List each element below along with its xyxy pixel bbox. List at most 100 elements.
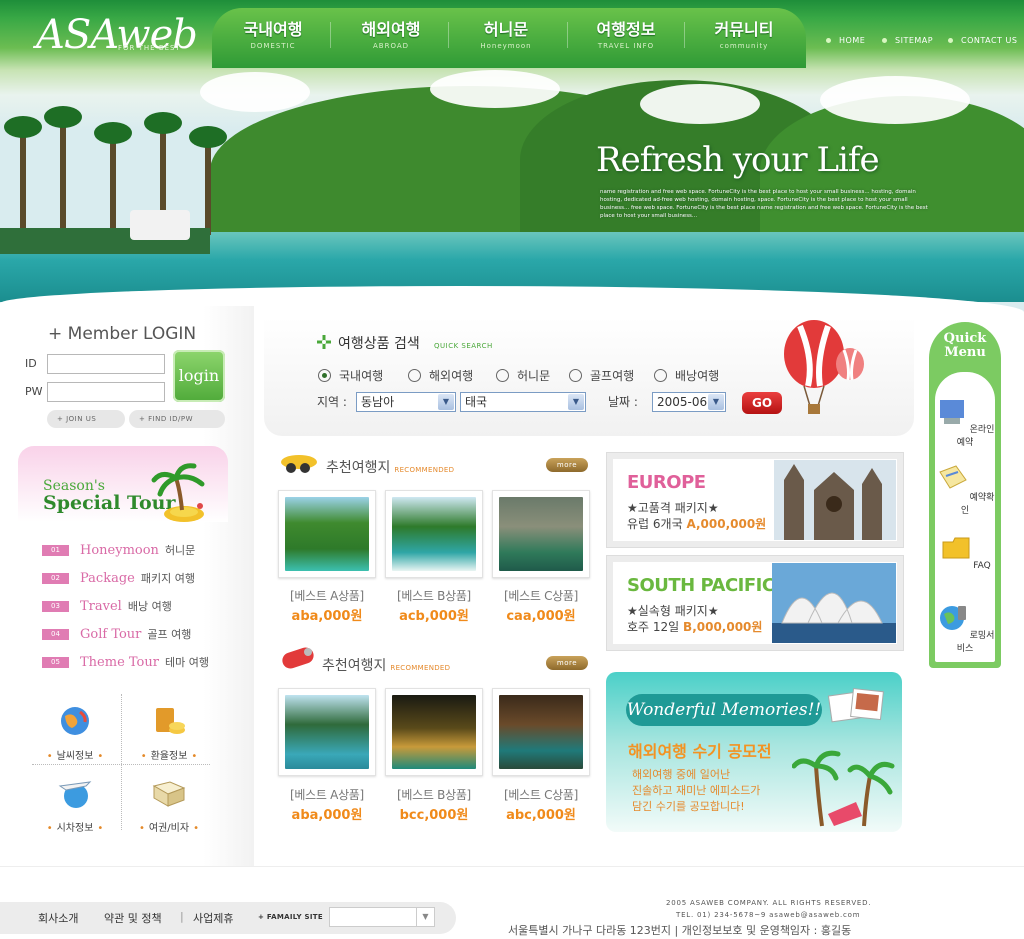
nav-community[interactable]: 커뮤니티 community — [689, 16, 799, 50]
id-input[interactable] — [47, 354, 165, 374]
join-us-button[interactable]: + JOIN US — [47, 410, 125, 428]
promo-detail: ★실속형 패키지★ 호주 12일 B,000,000원 — [627, 604, 763, 634]
radio-honeymoon[interactable]: 허니문 — [496, 367, 550, 384]
list-item[interactable]: 04 Golf Tour 골프 여행 — [42, 620, 232, 648]
quick-menu-online-booking[interactable]: 온라인예약 — [935, 394, 995, 448]
top-link-home[interactable]: HOME — [826, 36, 865, 45]
footer-link-company[interactable]: 회사소개 — [38, 910, 78, 926]
list-item[interactable]: 01 Honeymoon 허니문 — [42, 536, 232, 564]
chevron-down-icon: ▼ — [708, 394, 724, 410]
nav-divider — [684, 22, 685, 48]
photos-icon — [827, 688, 884, 723]
radio-domestic[interactable]: 국내여행 — [318, 367, 383, 384]
coins-icon — [156, 708, 185, 734]
country-select[interactable]: 태국 ▼ — [460, 392, 586, 412]
product-thumb-3[interactable] — [492, 490, 590, 578]
recommended-title-2: 추천여행지 RECOMMENDED — [322, 658, 451, 674]
product-price: abc,000원 — [506, 808, 576, 823]
nav-divider — [448, 22, 449, 48]
quick-menu-roaming[interactable]: 로밍서비스 — [935, 600, 995, 654]
list-item[interactable]: 03 Travel 배낭 여행 — [42, 592, 232, 620]
member-login-title: + Member LOGIN — [48, 324, 197, 344]
top-link-contact[interactable]: CONTACT US — [948, 36, 1017, 45]
login-button[interactable]: login — [173, 350, 225, 402]
date-label: 날짜 : — [608, 395, 638, 409]
weather-link[interactable]: 날씨정보 — [30, 696, 120, 768]
nav-honeymoon[interactable]: 허니문 Honeymoon — [451, 16, 561, 50]
monitor-icon — [939, 400, 964, 424]
promo-title: SOUTH PACIFIC — [627, 575, 775, 596]
folder-icon — [942, 537, 970, 559]
radio-abroad[interactable]: 해외여행 — [408, 367, 473, 384]
passport-visa-link[interactable]: 여권/비자 — [124, 768, 214, 840]
product-thumb-1[interactable] — [278, 490, 376, 578]
family-site-label: + FAMAILY SITE — [258, 913, 323, 921]
logo-tagline: FOR THE BEST — [118, 44, 181, 52]
beach-palm-icon — [792, 750, 895, 827]
radio-icon — [654, 369, 667, 382]
product-thumb-5[interactable] — [385, 688, 483, 776]
address: 서울특별시 가나구 다라동 123번지 | 개인정보보호 및 운영책임자 : 홍… — [508, 924, 852, 937]
product-name[interactable]: [베스트 A상품] — [272, 587, 382, 604]
opera-house-image — [772, 563, 896, 643]
document-icon — [938, 465, 967, 489]
radio-selected-icon — [318, 369, 331, 382]
nav-divider — [330, 22, 331, 48]
product-price: aba,000원 — [291, 609, 363, 624]
radio-golf[interactable]: 골프여행 — [569, 367, 634, 384]
exchange-rate-link[interactable]: 환율정보 — [124, 696, 214, 768]
list-item[interactable]: 05 Theme Tour 테마 여행 — [42, 648, 232, 676]
more-button[interactable]: more — [546, 656, 588, 670]
promo-detail: ★고품격 패키지★ 유럽 6개국 A,000,000원 — [627, 501, 767, 531]
product-name[interactable]: [베스트 C상품] — [486, 786, 596, 803]
region-label: 지역 : — [317, 395, 347, 409]
radio-icon — [496, 369, 509, 382]
nav-domestic[interactable]: 국내여행 DOMESTIC — [218, 16, 328, 50]
find-id-pw-button[interactable]: + FIND ID/PW — [129, 410, 225, 428]
chevron-down-icon: ▼ — [568, 394, 584, 410]
go-button[interactable]: GO — [742, 392, 782, 414]
product-price: caa,000원 — [506, 609, 576, 624]
chevron-down-icon: ▼ — [438, 394, 454, 410]
product-price: bcc,000원 — [399, 808, 469, 823]
season-tour-list: 01 Honeymoon 허니문 02 Package 패키지 여행 03 Travel 배… — [42, 536, 232, 676]
product-name[interactable]: [베스트 C상품] — [486, 587, 596, 604]
product-name[interactable]: [베스트 B상품] — [379, 786, 489, 803]
plus-icon — [317, 335, 331, 349]
book-icon — [152, 781, 186, 807]
copyright: 2005 ASAWEB COMPANY. ALL RIGHTS RESERVED… — [666, 899, 872, 907]
product-name[interactable]: [베스트 B상품] — [379, 587, 489, 604]
memories-headline: 해외여행 수기 공모전 — [628, 742, 772, 761]
region-select[interactable]: 동남아 ▼ — [356, 392, 456, 412]
hero-subtext: name registration and free web space. Fo… — [600, 189, 928, 219]
radio-icon — [408, 369, 421, 382]
footer-link-partnership[interactable]: 사업제휴 — [193, 910, 233, 926]
product-thumb-6[interactable] — [492, 688, 590, 776]
search-subtitle: QUICK SEARCH — [434, 342, 493, 350]
quick-menu-title: Quick Menu — [943, 331, 987, 360]
quick-menu-reservation-check[interactable]: 예약확인 — [935, 462, 995, 516]
product-price: acb,000원 — [399, 609, 469, 624]
chevron-down-icon: ▼ — [416, 908, 434, 926]
top-link-sitemap[interactable]: SITEMAP — [882, 36, 933, 45]
footer-link-policy[interactable]: 약관 및 정책 — [104, 910, 162, 926]
family-site-select[interactable]: ▼ — [329, 907, 435, 927]
product-name[interactable]: [베스트 A상품] — [272, 786, 382, 803]
pw-input[interactable] — [47, 382, 165, 402]
product-thumb-4[interactable] — [278, 688, 376, 776]
airplane-globe-icon — [58, 781, 92, 808]
memories-description: 해외여행 중에 일어난 진솔하고 재미난 에피소드가 담긴 수기를 공모합니다! — [632, 768, 761, 813]
more-button[interactable]: more — [546, 458, 588, 472]
product-thumb-2[interactable] — [385, 490, 483, 578]
date-select[interactable]: 2005-06 ▼ — [652, 392, 726, 412]
nav-travel-info[interactable]: 여행정보 TRAVEL INFO — [571, 16, 681, 50]
radio-icon — [569, 369, 582, 382]
nav-abroad[interactable]: 해외여행 ABROAD — [336, 16, 446, 50]
quick-menu-faq[interactable]: FAQ — [935, 530, 995, 571]
radio-backpack[interactable]: 배낭여행 — [654, 367, 719, 384]
globe-icon — [61, 707, 89, 735]
product-price: aba,000원 — [291, 808, 363, 823]
promo-title: EUROPE — [627, 472, 706, 493]
time-difference-link[interactable]: 시차정보 — [30, 768, 120, 840]
list-item[interactable]: 02 Package 패키지 여행 — [42, 564, 232, 592]
